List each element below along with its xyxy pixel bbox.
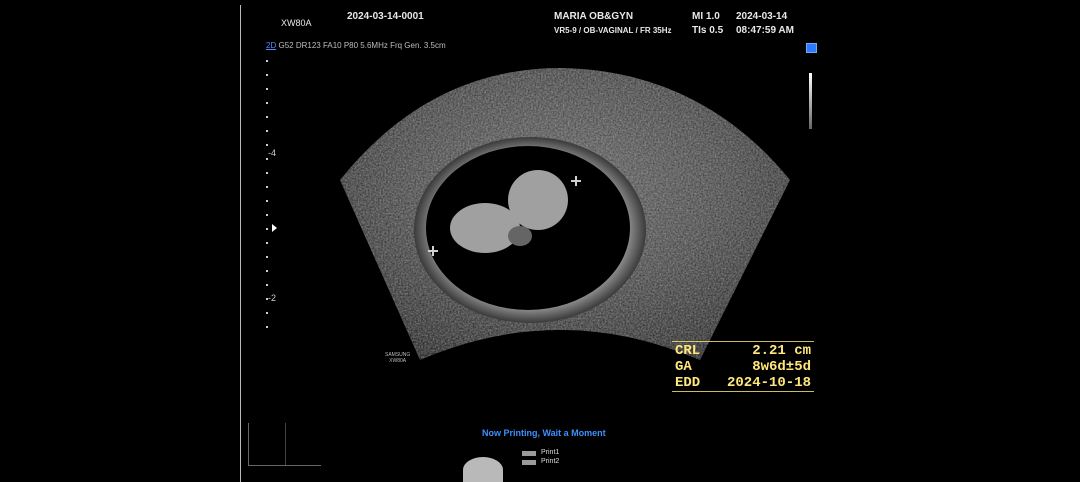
measurement-row: EDD 2024-10-18	[672, 375, 814, 391]
caliper-end-icon[interactable]	[571, 176, 581, 186]
measurement-panel: CRL 2.21 cm GA 8w6d±5d EDD 2024-10-18	[672, 341, 814, 393]
thumbnail-panel[interactable]	[248, 423, 321, 466]
print1-icon[interactable]	[522, 451, 536, 456]
divider	[672, 341, 814, 342]
print2-button[interactable]: Print2	[541, 458, 559, 465]
embryo-detail	[508, 226, 532, 246]
divider	[672, 391, 814, 392]
measurement-label: CRL	[675, 343, 701, 359]
measurement-value: 8w6d±5d	[752, 359, 811, 375]
ultrasound-image	[340, 68, 790, 360]
measurement-row: CRL 2.21 cm	[672, 343, 814, 359]
print2-icon[interactable]	[522, 460, 536, 465]
thumbnail-divider	[285, 423, 286, 465]
measurement-value: 2.21 cm	[752, 343, 811, 359]
caliper-start-icon[interactable]	[428, 246, 438, 256]
print1-button[interactable]: Print1	[541, 449, 559, 456]
watermark: SAMSUNG XW80A	[385, 352, 410, 364]
printer-icon	[463, 457, 503, 482]
measurement-row: GA 8w6d±5d	[672, 359, 814, 375]
measurement-label: EDD	[675, 375, 701, 391]
measurement-label: GA	[675, 359, 692, 375]
watermark-model: XW80A	[389, 358, 407, 364]
measurement-value: 2024-10-18	[726, 375, 811, 391]
embryo-body	[450, 203, 520, 253]
print-status: Now Printing, Wait a Moment	[482, 428, 606, 438]
